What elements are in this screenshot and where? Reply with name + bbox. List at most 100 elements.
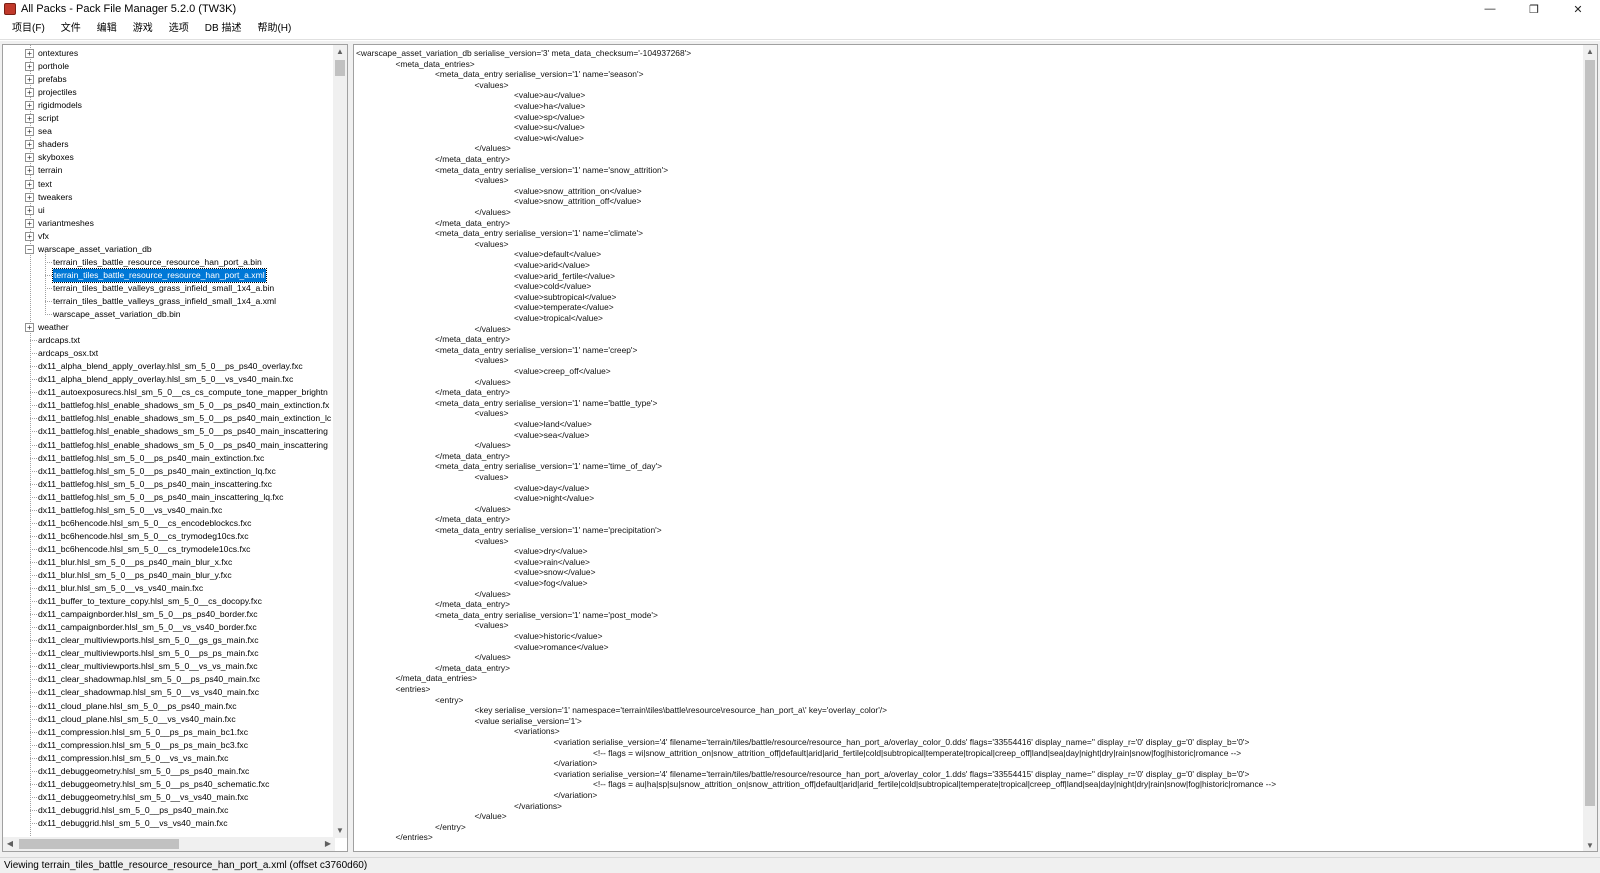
tree-file-node[interactable]: ardcaps_osx.txt [3, 347, 335, 360]
menu-file[interactable]: 文件 [53, 18, 89, 40]
tree-file-node[interactable]: dx11_clear_multiviewports.hlsl_sm_5_0__v… [3, 660, 335, 673]
tree-file-node[interactable]: dx11_battlefog.hlsl_sm_5_0__ps_ps40_main… [3, 491, 335, 504]
tree-child-file-node[interactable]: terrain_tiles_battle_resource_resource_h… [3, 256, 335, 269]
menu-db-description[interactable]: DB 描述 [197, 18, 250, 40]
expand-icon[interactable]: + [25, 75, 34, 85]
scroll-right-arrow-icon[interactable]: ▶ [321, 837, 335, 851]
tree-folder-node[interactable]: + script [3, 112, 335, 125]
expand-icon[interactable]: + [25, 192, 34, 202]
tree-file-node[interactable]: dx11_clear_multiviewports.hlsl_sm_5_0__p… [3, 647, 335, 660]
tree-child-file-node[interactable]: terrain_tiles_battle_valleys_grass_infie… [3, 295, 335, 308]
tree-folder-node[interactable]: + ui [3, 204, 335, 217]
tree-child-file-node[interactable]: terrain_tiles_battle_resource_resource_h… [3, 267, 335, 283]
tree-horizontal-scrollbar[interactable]: ◀ ▶ [3, 837, 335, 851]
tree-file-node[interactable]: dx11_clear_shadowmap.hlsl_sm_5_0__ps_ps4… [3, 673, 335, 686]
tree-folder-node[interactable]: + terrain [3, 164, 335, 177]
menu-help[interactable]: 帮助(H) [249, 18, 299, 40]
tree-folder-node[interactable]: + rigidmodels [3, 99, 335, 112]
menu-project[interactable]: 项目(F) [4, 18, 53, 40]
tree-folder-node[interactable]: + weather [3, 321, 335, 334]
tree-folder-node[interactable]: + variantmeshes [3, 217, 335, 230]
scroll-left-arrow-icon[interactable]: ◀ [3, 837, 17, 851]
tree-folder-node[interactable]: + text [3, 178, 335, 191]
tree-file-node[interactable]: dx11_compression.hlsl_sm_5_0__ps_ps_main… [3, 739, 335, 752]
tree-file-node[interactable]: dx11_battlefog.hlsl_enable_shadows_sm_5_… [3, 399, 335, 412]
tree-file-node[interactable]: dx11_blur.hlsl_sm_5_0__vs_vs40_main.fxc [3, 582, 335, 595]
expand-icon[interactable]: + [25, 88, 34, 98]
editor-scroll-down-arrow-icon[interactable]: ▼ [1583, 839, 1597, 851]
editor-scroll-thumb[interactable] [1585, 60, 1595, 806]
tree-file-node[interactable]: dx11_campaignborder.hlsl_sm_5_0__ps_ps40… [3, 608, 335, 621]
tree-file-node[interactable]: ardcaps.txt [3, 334, 335, 347]
scroll-up-arrow-icon[interactable]: ▲ [333, 45, 347, 59]
menu-edit[interactable]: 编辑 [89, 18, 125, 40]
tree-hscroll-thumb[interactable] [19, 839, 179, 849]
tree-child-file-node[interactable]: warscape_asset_variation_db.bin [3, 308, 335, 321]
tree-file-node[interactable]: dx11_cloud_plane.hlsl_sm_5_0__vs_vs40_ma… [3, 713, 335, 726]
expand-icon[interactable]: + [25, 231, 34, 241]
tree-folder-node[interactable]: + ontextures [3, 47, 335, 60]
close-button[interactable]: ✕ [1556, 0, 1600, 18]
expand-icon[interactable]: + [25, 166, 34, 176]
tree-file-node[interactable]: dx11_compression.hlsl_sm_5_0__vs_vs_main… [3, 752, 335, 765]
tree-file-node[interactable]: dx11_battlefog.hlsl_sm_5_0__ps_ps40_main… [3, 452, 335, 465]
expand-icon[interactable]: + [25, 62, 34, 72]
tree-file-node[interactable]: dx11_campaignborder.hlsl_sm_5_0__vs_vs40… [3, 621, 335, 634]
tree-file-node[interactable]: dx11_blur.hlsl_sm_5_0__ps_ps40_main_blur… [3, 569, 335, 582]
tree-folder-node[interactable]: + projectiles [3, 86, 335, 99]
expand-icon[interactable]: + [25, 49, 34, 58]
tree-folder-node[interactable]: + porthole [3, 60, 335, 73]
expand-icon[interactable]: + [25, 101, 34, 111]
tree-file-node[interactable]: dx11_debuggrid.hlsl_sm_5_0__vs_vs40_main… [3, 817, 335, 830]
collapse-icon[interactable]: − [25, 244, 34, 254]
tree-folder-node[interactable]: + tweakers [3, 191, 335, 204]
tree-file-node[interactable]: dx11_cloud_plane.hlsl_sm_5_0__ps_ps40_ma… [3, 700, 335, 713]
maximize-button[interactable]: ❐ [1512, 0, 1556, 18]
menu-options[interactable]: 选项 [161, 18, 197, 40]
tree-file-node[interactable]: dx11_debuggeometry.hlsl_sm_5_0__ps_ps40_… [3, 778, 335, 791]
expand-icon[interactable]: + [25, 153, 34, 163]
tree-file-node[interactable]: dx11_battlefog.hlsl_enable_shadows_sm_5_… [3, 412, 335, 425]
tree-file-node[interactable]: dx11_debuggeometry.hlsl_sm_5_0__ps_ps40_… [3, 765, 335, 778]
tree-file-node[interactable]: dx11_buffer_to_texture_copy.hlsl_sm_5_0_… [3, 595, 335, 608]
tree-file-node[interactable]: dx11_battlefog.hlsl_enable_shadows_sm_5_… [3, 439, 335, 452]
expand-icon[interactable]: + [25, 323, 34, 333]
tree-vertical-scrollbar[interactable]: ▲ ▼ [333, 45, 347, 838]
scroll-down-arrow-icon[interactable]: ▼ [333, 824, 347, 838]
expand-icon[interactable]: + [25, 114, 34, 124]
tree-file-node[interactable]: dx11_bc6hencode.hlsl_sm_5_0__cs_trymodeg… [3, 530, 335, 543]
expand-icon[interactable]: + [25, 218, 34, 228]
editor-scroll-up-arrow-icon[interactable]: ▲ [1583, 45, 1597, 59]
tree-file-node[interactable]: dx11_clear_shadowmap.hlsl_sm_5_0__vs_vs4… [3, 686, 335, 699]
tree-file-node[interactable]: dx11_bc6hencode.hlsl_sm_5_0__cs_encodebl… [3, 517, 335, 530]
editor-vertical-scrollbar[interactable]: ▲ ▼ [1583, 45, 1597, 851]
expand-icon[interactable]: + [25, 140, 34, 150]
tree-folder-node[interactable]: − warscape_asset_variation_db [3, 243, 335, 256]
tree-file-node[interactable]: dx11_battlefog.hlsl_enable_shadows_sm_5_… [3, 425, 335, 438]
xml-text-view[interactable]: <warscape_asset_variation_db serialise_v… [356, 45, 1556, 851]
tree-file-node[interactable]: dx11_debuggrid.hlsl_sm_5_0__ps_ps40_main… [3, 804, 335, 817]
tree-folder-node[interactable]: + skyboxes [3, 151, 335, 164]
xml-editor-panel[interactable]: <warscape_asset_variation_db serialise_v… [353, 44, 1598, 852]
tree-file-node[interactable]: dx11_battlefog.hlsl_sm_5_0__vs_vs40_main… [3, 504, 335, 517]
tree-file-node[interactable]: dx11_alpha_blend_apply_overlay.hlsl_sm_5… [3, 360, 335, 373]
menu-game[interactable]: 游戏 [125, 18, 161, 40]
tree-file-node[interactable]: dx11_debuggeometry.hlsl_sm_5_0__vs_vs40_… [3, 791, 335, 804]
tree-folder-node[interactable]: + prefabs [3, 73, 335, 86]
tree-folder-node[interactable]: + vfx [3, 230, 335, 243]
minimize-button[interactable]: — [1468, 0, 1512, 18]
expand-icon[interactable]: + [25, 127, 34, 137]
tree-file-node[interactable]: dx11_battlefog.hlsl_sm_5_0__ps_ps40_main… [3, 465, 335, 478]
tree-file-node[interactable]: dx11_battlefog.hlsl_sm_5_0__ps_ps40_main… [3, 478, 335, 491]
tree-file-node[interactable]: dx11_bc6hencode.hlsl_sm_5_0__cs_trymodel… [3, 543, 335, 556]
tree-scroll-thumb[interactable] [335, 60, 345, 76]
tree-file-node[interactable]: dx11_clear_multiviewports.hlsl_sm_5_0__g… [3, 634, 335, 647]
pack-file-tree[interactable]: + ontextures + porthole + prefabs + projectiles… [3, 45, 335, 838]
tree-file-node[interactable]: dx11_alpha_blend_apply_overlay.hlsl_sm_5… [3, 373, 335, 386]
expand-icon[interactable]: + [25, 205, 34, 215]
tree-file-node[interactable]: dx11_autoexposurecs.hlsl_sm_5_0__cs_cs_c… [3, 386, 335, 399]
tree-file-node[interactable]: dx11_compression.hlsl_sm_5_0__ps_ps_main… [3, 726, 335, 739]
expand-icon[interactable]: + [25, 179, 34, 189]
tree-child-file-node[interactable]: terrain_tiles_battle_valleys_grass_infie… [3, 282, 335, 295]
tree-folder-node[interactable]: + shaders [3, 138, 335, 151]
